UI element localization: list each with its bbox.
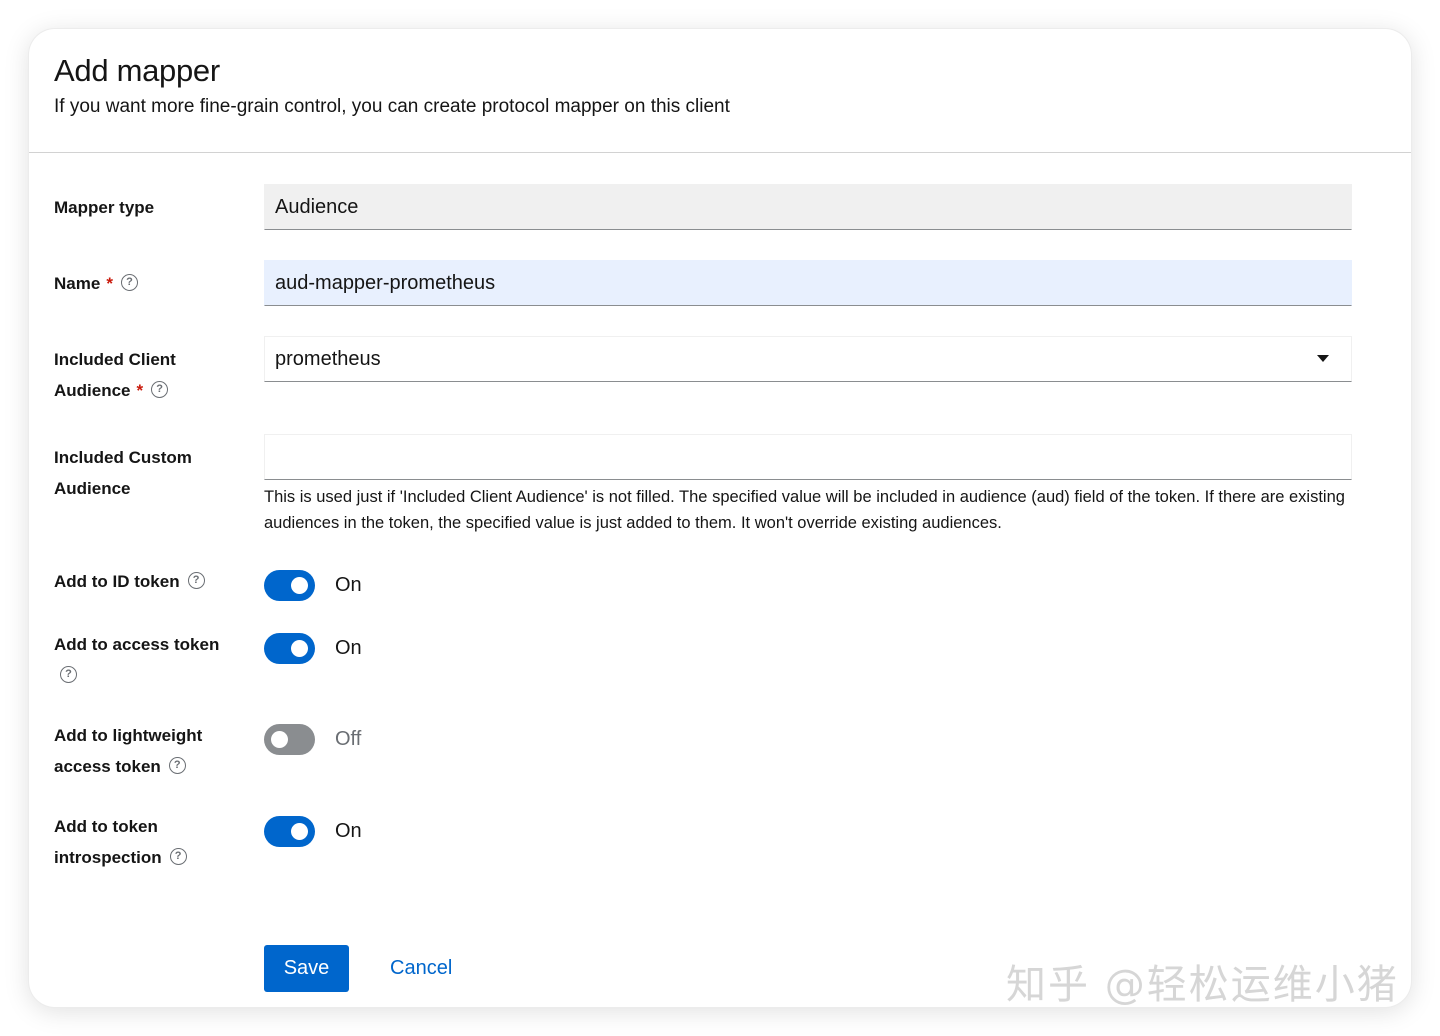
help-icon[interactable]: ? — [168, 757, 186, 775]
mapper-type-value: Audience — [275, 196, 359, 218]
add-to-lightweight-access-token-label: Add to lightweight access token? — [54, 720, 244, 782]
add-to-id-token-label-text: Add to ID token — [54, 572, 180, 591]
included-custom-audience-label-line2: Audience — [54, 479, 131, 498]
included-client-audience-label-line1: Included Client — [54, 350, 176, 369]
cancel-button[interactable]: Cancel — [378, 945, 464, 992]
add-to-lightweight-access-token-state: Off — [335, 728, 362, 750]
add-to-lightweight-access-token-label-line1: Add to lightweight — [54, 726, 203, 745]
add-to-access-token-state: On — [335, 637, 362, 659]
add-to-token-introspection-state: On — [335, 820, 362, 842]
required-asterisk: * — [136, 381, 144, 400]
add-to-id-token-state: On — [335, 574, 362, 596]
included-client-audience-label: Included Client Audience *? — [54, 344, 244, 406]
mapper-type-field: Audience — [264, 184, 1352, 230]
included-client-audience-value: prometheus — [275, 348, 381, 370]
name-label: Name *? — [54, 268, 244, 299]
save-button[interactable]: Save — [264, 945, 349, 992]
watermark-text: 知乎 @轻松运维小猪 — [1006, 962, 1399, 1008]
name-input[interactable]: aud-mapper-prometheus — [264, 260, 1352, 306]
included-client-audience-label-line2: Audience — [54, 381, 131, 400]
included-custom-audience-label-line1: Included Custom — [54, 448, 192, 467]
help-icon[interactable]: ? — [60, 666, 77, 684]
mapper-type-label-text: Mapper type — [54, 198, 155, 217]
included-custom-audience-label: Included Custom Audience — [54, 442, 244, 504]
add-to-token-introspection-label-line2: introspection — [54, 848, 162, 867]
add-to-token-introspection-label: Add to token introspection? — [54, 811, 244, 873]
add-mapper-dialog: Add mapper If you want more fine-grain c… — [29, 29, 1411, 1007]
add-to-token-introspection-label-line1: Add to token — [54, 817, 158, 836]
add-to-access-token-label: Add to access token ? — [54, 629, 244, 691]
add-to-access-token-label-text: Add to access token — [54, 635, 220, 654]
add-to-lightweight-access-token-switch[interactable] — [264, 724, 315, 755]
help-icon[interactable]: ? — [120, 274, 138, 292]
included-custom-audience-input[interactable] — [264, 434, 1352, 480]
caret-down-icon — [1317, 355, 1329, 362]
included-custom-audience-helper-text: This is used just if 'Included Client Au… — [264, 488, 1345, 532]
add-to-id-token-label: Add to ID token? — [54, 566, 244, 597]
dialog-header: Add mapper If you want more fine-grain c… — [29, 29, 1411, 153]
mapper-type-label: Mapper type — [54, 192, 244, 223]
add-to-id-token-switch[interactable] — [264, 570, 315, 601]
help-icon[interactable]: ? — [187, 572, 205, 590]
included-client-audience-select[interactable]: prometheus — [264, 336, 1352, 382]
help-icon[interactable]: ? — [151, 381, 169, 399]
page-subtitle: If you want more fine-grain control, you… — [54, 96, 730, 117]
add-to-lightweight-access-token-label-line2: access token — [54, 757, 161, 776]
add-to-token-introspection-switch[interactable] — [264, 816, 315, 847]
required-asterisk: * — [106, 274, 113, 293]
page-title: Add mapper — [54, 53, 220, 88]
add-to-access-token-switch[interactable] — [264, 633, 315, 664]
name-input-value: aud-mapper-prometheus — [275, 272, 496, 294]
name-label-text: Name — [54, 274, 101, 293]
help-icon[interactable]: ? — [169, 848, 187, 866]
